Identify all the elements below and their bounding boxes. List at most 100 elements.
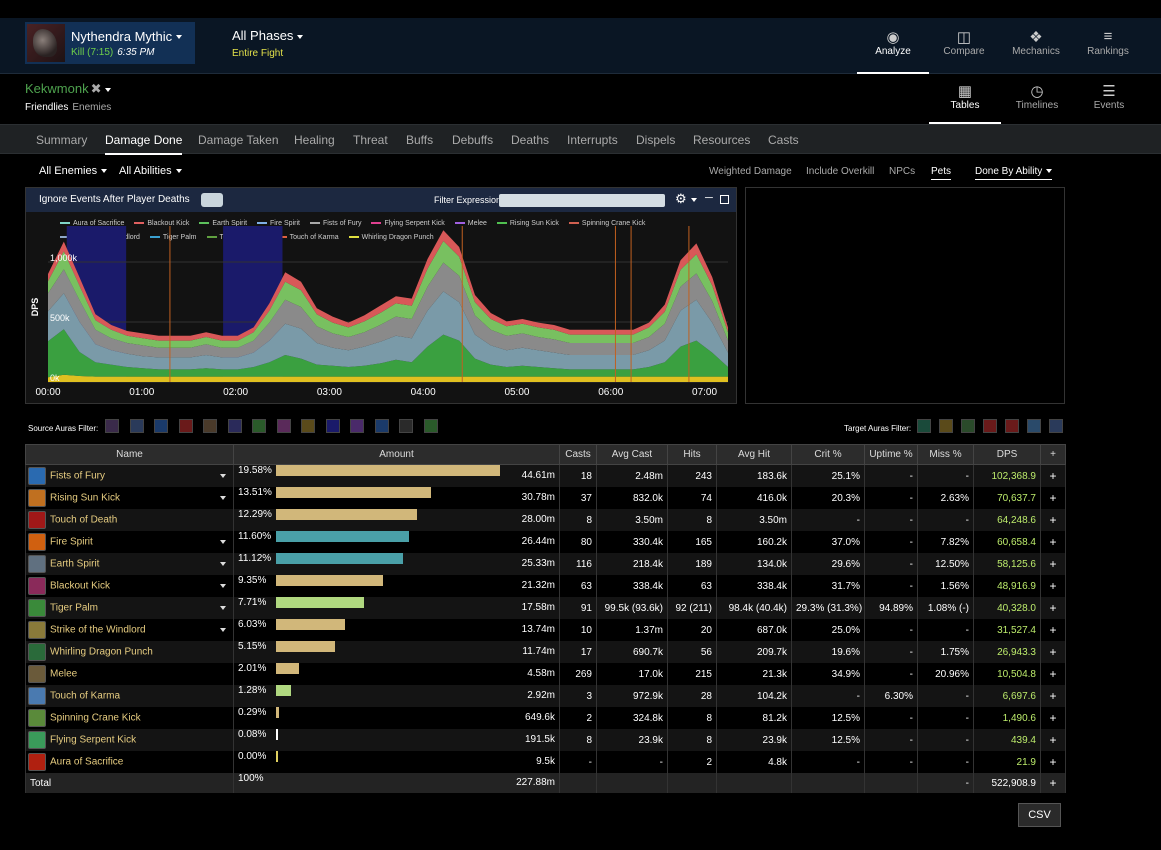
ability-name[interactable]: Tiger Palm bbox=[50, 603, 98, 614]
aura-filter-icon[interactable] bbox=[983, 419, 997, 433]
ability-name[interactable]: Fists of Fury bbox=[50, 471, 105, 482]
table-row[interactable]: Flying Serpent Kick 0.08% 191.5k 8 23.9k 8 23.… bbox=[25, 729, 1066, 751]
column-header[interactable]: Uptime % bbox=[864, 444, 918, 465]
gear-icon[interactable]: ⚙ bbox=[675, 191, 697, 207]
tab-resources[interactable]: Resources bbox=[693, 133, 750, 147]
enemies-filter[interactable]: All Enemies bbox=[39, 165, 108, 177]
maximize-icon[interactable] bbox=[720, 195, 729, 204]
view-timelines[interactable]: ◷ Timelines bbox=[1001, 75, 1073, 124]
tab-casts[interactable]: Casts bbox=[768, 133, 799, 147]
table-row[interactable]: Fists of Fury 19.58% 44.61m 18 2.48m 243 183.6… bbox=[25, 464, 1066, 487]
table-row[interactable]: Spinning Crane Kick 0.29% 649.6k 2 324.8k 8 81… bbox=[25, 707, 1066, 729]
aura-filter-icon[interactable] bbox=[227, 419, 242, 433]
ability-name[interactable]: Spinning Crane Kick bbox=[50, 713, 141, 724]
expand-button[interactable]: + bbox=[1040, 685, 1066, 707]
aura-filter-icon[interactable] bbox=[203, 419, 217, 433]
encounter-selector[interactable]: Nythendra Mythic Kill (7:15) 6:35 PM bbox=[25, 22, 195, 64]
ability-cell[interactable]: Strike of the Windlord bbox=[25, 619, 234, 641]
column-header[interactable]: + bbox=[1040, 444, 1066, 465]
ability-cell[interactable]: Rising Sun Kick bbox=[25, 487, 234, 509]
abilities-filter[interactable]: All Abilities bbox=[119, 165, 182, 177]
aura-filter-icon[interactable] bbox=[301, 419, 315, 433]
ability-name[interactable]: Melee bbox=[50, 669, 77, 680]
column-header[interactable]: Avg Hit bbox=[716, 444, 792, 465]
ability-name[interactable]: Blackout Kick bbox=[50, 581, 110, 592]
aura-filter-icon[interactable] bbox=[154, 419, 168, 433]
expand-button[interactable]: + bbox=[1040, 531, 1066, 553]
ability-cell[interactable]: Whirling Dragon Punch bbox=[25, 641, 234, 663]
chevron-down-icon[interactable] bbox=[220, 606, 226, 610]
tab-healing[interactable]: Healing bbox=[294, 133, 335, 147]
friendlies-link[interactable]: Friendlies bbox=[25, 102, 68, 113]
csv-button[interactable]: CSV bbox=[1018, 803, 1061, 827]
expand-button[interactable]: + bbox=[1040, 729, 1066, 751]
nav-mechanics[interactable]: ❖ Mechanics bbox=[1000, 18, 1072, 74]
npcs-toggle[interactable]: NPCs bbox=[889, 166, 915, 177]
column-header[interactable]: Amount bbox=[233, 444, 560, 465]
expand-button[interactable]: + bbox=[1040, 641, 1066, 663]
expand-button[interactable]: + bbox=[1040, 663, 1066, 685]
aura-filter-icon[interactable] bbox=[276, 419, 291, 433]
aura-filter-icon[interactable] bbox=[325, 419, 340, 433]
aura-filter-icon[interactable] bbox=[105, 419, 119, 433]
aura-filter-icon[interactable] bbox=[1049, 419, 1063, 433]
expand-button[interactable]: + bbox=[1040, 575, 1066, 597]
tab-threat[interactable]: Threat bbox=[353, 133, 388, 147]
aura-filter-icon[interactable] bbox=[252, 419, 266, 433]
ability-cell[interactable]: Fists of Fury bbox=[25, 464, 234, 487]
nav-analyze[interactable]: ◉ Analyze bbox=[857, 18, 929, 74]
tab-debuffs[interactable]: Debuffs bbox=[452, 133, 493, 147]
chevron-down-icon[interactable] bbox=[220, 628, 226, 632]
column-header[interactable]: Avg Cast bbox=[596, 444, 668, 465]
ability-cell[interactable]: Touch of Karma bbox=[25, 685, 234, 707]
expand-button[interactable]: + bbox=[1040, 751, 1066, 773]
chevron-down-icon[interactable] bbox=[220, 496, 226, 500]
aura-filter-icon[interactable] bbox=[939, 419, 953, 433]
ability-cell[interactable]: Touch of Death bbox=[25, 509, 234, 531]
aura-filter-icon[interactable] bbox=[961, 419, 975, 433]
ability-cell[interactable]: Blackout Kick bbox=[25, 575, 234, 597]
ability-name[interactable]: Touch of Death bbox=[50, 515, 117, 526]
phase-selector[interactable]: All Phases Entire Fight bbox=[232, 28, 304, 59]
table-row[interactable]: Aura of Sacrifice 0.00% 9.5k - -2 4.8k - - -21.9… bbox=[25, 751, 1066, 773]
aura-filter-icon[interactable] bbox=[129, 419, 144, 433]
aura-filter-icon[interactable] bbox=[374, 419, 389, 433]
enemies-link[interactable]: Enemies bbox=[72, 102, 111, 113]
pets-toggle[interactable]: Pets bbox=[931, 166, 952, 180]
weighted-damage-toggle[interactable]: Weighted Damage bbox=[709, 166, 792, 177]
expand-button[interactable]: + bbox=[1040, 509, 1066, 531]
ability-name[interactable]: Whirling Dragon Punch bbox=[50, 647, 153, 658]
done-by-selector[interactable]: Done By Ability bbox=[975, 166, 1053, 180]
close-icon[interactable]: ✖ bbox=[91, 81, 102, 96]
nav-rankings[interactable]: ≡ Rankings bbox=[1072, 18, 1144, 74]
filter-expression-input[interactable] bbox=[499, 194, 665, 207]
tab-damage-taken[interactable]: Damage Taken bbox=[198, 133, 279, 147]
aura-filter-icon[interactable] bbox=[423, 419, 438, 433]
table-row[interactable]: Touch of Karma 1.28% 2.92m 3 972.9k 28 104.2k -… bbox=[25, 685, 1066, 707]
column-header[interactable]: Name bbox=[25, 444, 234, 465]
ability-cell[interactable]: Flying Serpent Kick bbox=[25, 729, 234, 751]
tab-buffs[interactable]: Buffs bbox=[406, 133, 433, 147]
expand-button[interactable]: + bbox=[1040, 553, 1066, 575]
aura-filter-icon[interactable] bbox=[178, 419, 193, 433]
include-overkill-toggle[interactable]: Include Overkill bbox=[806, 166, 874, 177]
aura-filter-icon[interactable] bbox=[1027, 419, 1041, 433]
player-selector[interactable]: Kekwmonk ✖ bbox=[25, 81, 112, 97]
view-events[interactable]: ☰ Events bbox=[1073, 75, 1145, 124]
table-row[interactable]: Tiger Palm 7.71% 17.58m 91 99.5k (93.6k) 92 (… bbox=[25, 597, 1066, 619]
expand-button[interactable]: + bbox=[1040, 619, 1066, 641]
expand-button[interactable]: + bbox=[1040, 597, 1066, 619]
ability-name[interactable]: Touch of Karma bbox=[50, 691, 120, 702]
ability-cell[interactable]: Aura of Sacrifice bbox=[25, 751, 234, 773]
ability-name[interactable]: Flying Serpent Kick bbox=[50, 735, 136, 746]
column-header[interactable]: Hits bbox=[667, 444, 717, 465]
ability-cell[interactable]: Fire Spirit bbox=[25, 531, 234, 553]
ability-cell[interactable]: Tiger Palm bbox=[25, 597, 234, 619]
table-row[interactable]: Melee 2.01% 4.58m 269 17.0k 215 21.3k 34.9% -20.… bbox=[25, 663, 1066, 685]
chevron-down-icon[interactable] bbox=[220, 584, 226, 588]
nav-compare[interactable]: ◫ Compare bbox=[928, 18, 1000, 74]
column-header[interactable]: Crit % bbox=[791, 444, 865, 465]
minimize-icon[interactable]: ─ bbox=[705, 192, 713, 204]
aura-filter-icon[interactable] bbox=[350, 419, 364, 433]
ability-name[interactable]: Fire Spirit bbox=[50, 537, 93, 548]
